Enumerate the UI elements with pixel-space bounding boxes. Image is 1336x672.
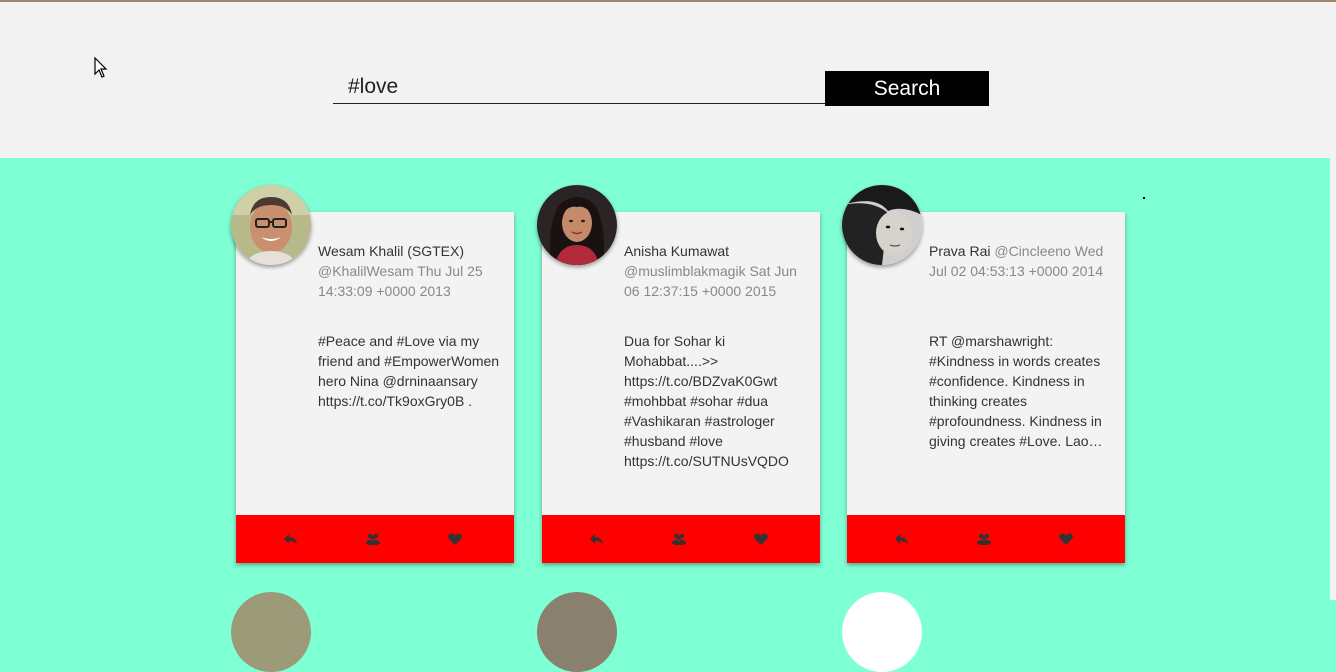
user-handle[interactable]: @muslimblakmagik (624, 263, 746, 279)
user-handle[interactable]: @Cincleeno (994, 243, 1070, 259)
stray-dot (1143, 197, 1145, 199)
mouse-cursor-icon (94, 57, 108, 78)
tweet-actions (542, 515, 820, 563)
heart-icon[interactable] (1057, 530, 1075, 548)
tweet-text: Dua for Sohar ki Mohabbat....>> https://… (624, 333, 789, 469)
user-name[interactable]: Anisha Kumawat (624, 243, 729, 259)
avatar[interactable] (842, 185, 922, 265)
avatar[interactable] (231, 185, 311, 265)
search-button[interactable]: Search (825, 71, 989, 106)
tweet-meta: Prava Rai @Cincleeno Wed Jul 02 04:53:13… (929, 241, 1114, 281)
user-handle[interactable]: @KhalilWesam (318, 263, 414, 279)
retweet-icon[interactable] (670, 530, 688, 548)
tweet-card: Anisha Kumawat @muslimblakmagik Sat Jun … (537, 185, 820, 563)
tweet-actions (236, 515, 514, 563)
tweet-text: #Peace and #Love via my friend and #Empo… (318, 333, 500, 409)
avatar[interactable] (842, 592, 922, 672)
retweet-icon[interactable] (364, 530, 382, 548)
heart-icon[interactable] (446, 530, 464, 548)
tweet-meta: Wesam Khalil (SGTEX) @KhalilWesam Thu Ju… (318, 241, 503, 301)
tweet-meta: Anisha Kumawat @muslimblakmagik Sat Jun … (624, 241, 809, 301)
heart-icon[interactable] (752, 530, 770, 548)
reply-icon[interactable] (282, 530, 300, 548)
tweet-card: Wesam Khalil (SGTEX) @KhalilWesam Thu Ju… (231, 185, 514, 563)
retweet-icon[interactable] (975, 530, 993, 548)
tweet-text: RT @marshawright: #Kindness in words cre… (929, 333, 1103, 449)
avatar[interactable] (231, 592, 311, 672)
user-name[interactable]: Prava Rai (929, 243, 990, 259)
user-name[interactable]: Wesam Khalil (SGTEX) (318, 243, 464, 259)
scrollbar[interactable] (1330, 158, 1336, 600)
search-header: Search (0, 2, 1336, 158)
avatar[interactable] (537, 592, 617, 672)
search-input[interactable] (333, 70, 825, 104)
tweet-actions (847, 515, 1125, 563)
reply-icon[interactable] (588, 530, 606, 548)
avatar[interactable] (537, 185, 617, 265)
tweet-card: Prava Rai @Cincleeno Wed Jul 02 04:53:13… (842, 185, 1125, 563)
reply-icon[interactable] (893, 530, 911, 548)
